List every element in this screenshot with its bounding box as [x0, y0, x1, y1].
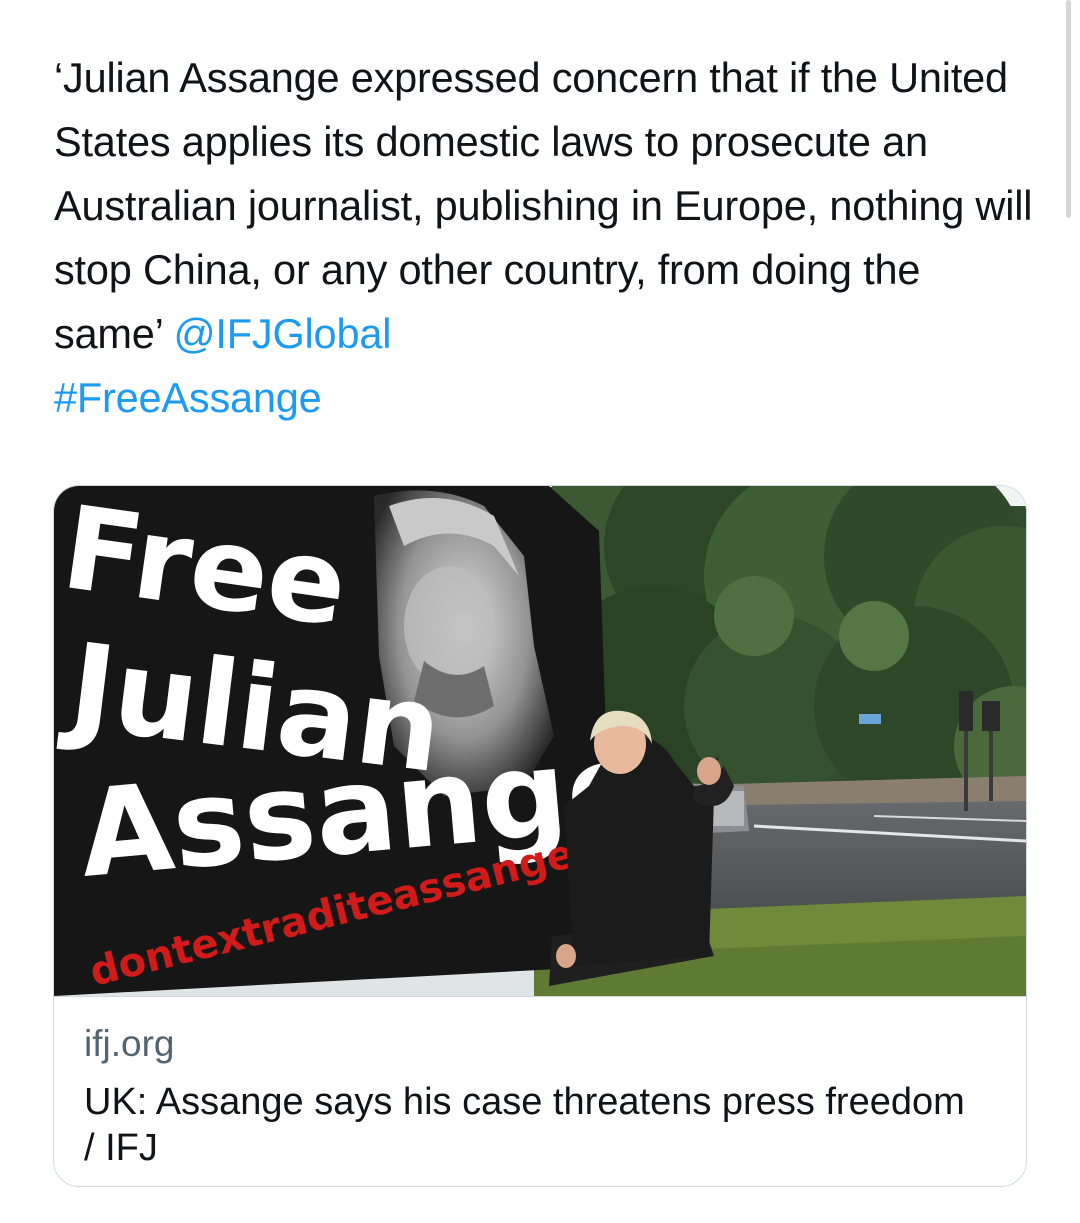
scrollbar[interactable] [1066, 0, 1076, 1223]
card-footer[interactable]: ifj.org UK: Assange says his case threat… [54, 996, 1026, 1186]
card-image[interactable]: Free Julian Assange dontextraditeassange… [54, 486, 1026, 996]
hashtag-link-freeassange[interactable]: #FreeAssange [54, 374, 322, 421]
mention-link-ifjglobal[interactable]: @IFJGlobal [174, 310, 392, 357]
card-domain: ifj.org [84, 1023, 175, 1064]
card-title: UK: Assange says his case threatens pres… [84, 1081, 965, 1169]
link-preview-card[interactable]: Free Julian Assange dontextraditeassange… [53, 485, 1027, 1187]
tweet-text: ‘Julian Assange expressed concern that i… [54, 46, 1034, 430]
scrollbar-thumb[interactable] [1066, 0, 1071, 218]
